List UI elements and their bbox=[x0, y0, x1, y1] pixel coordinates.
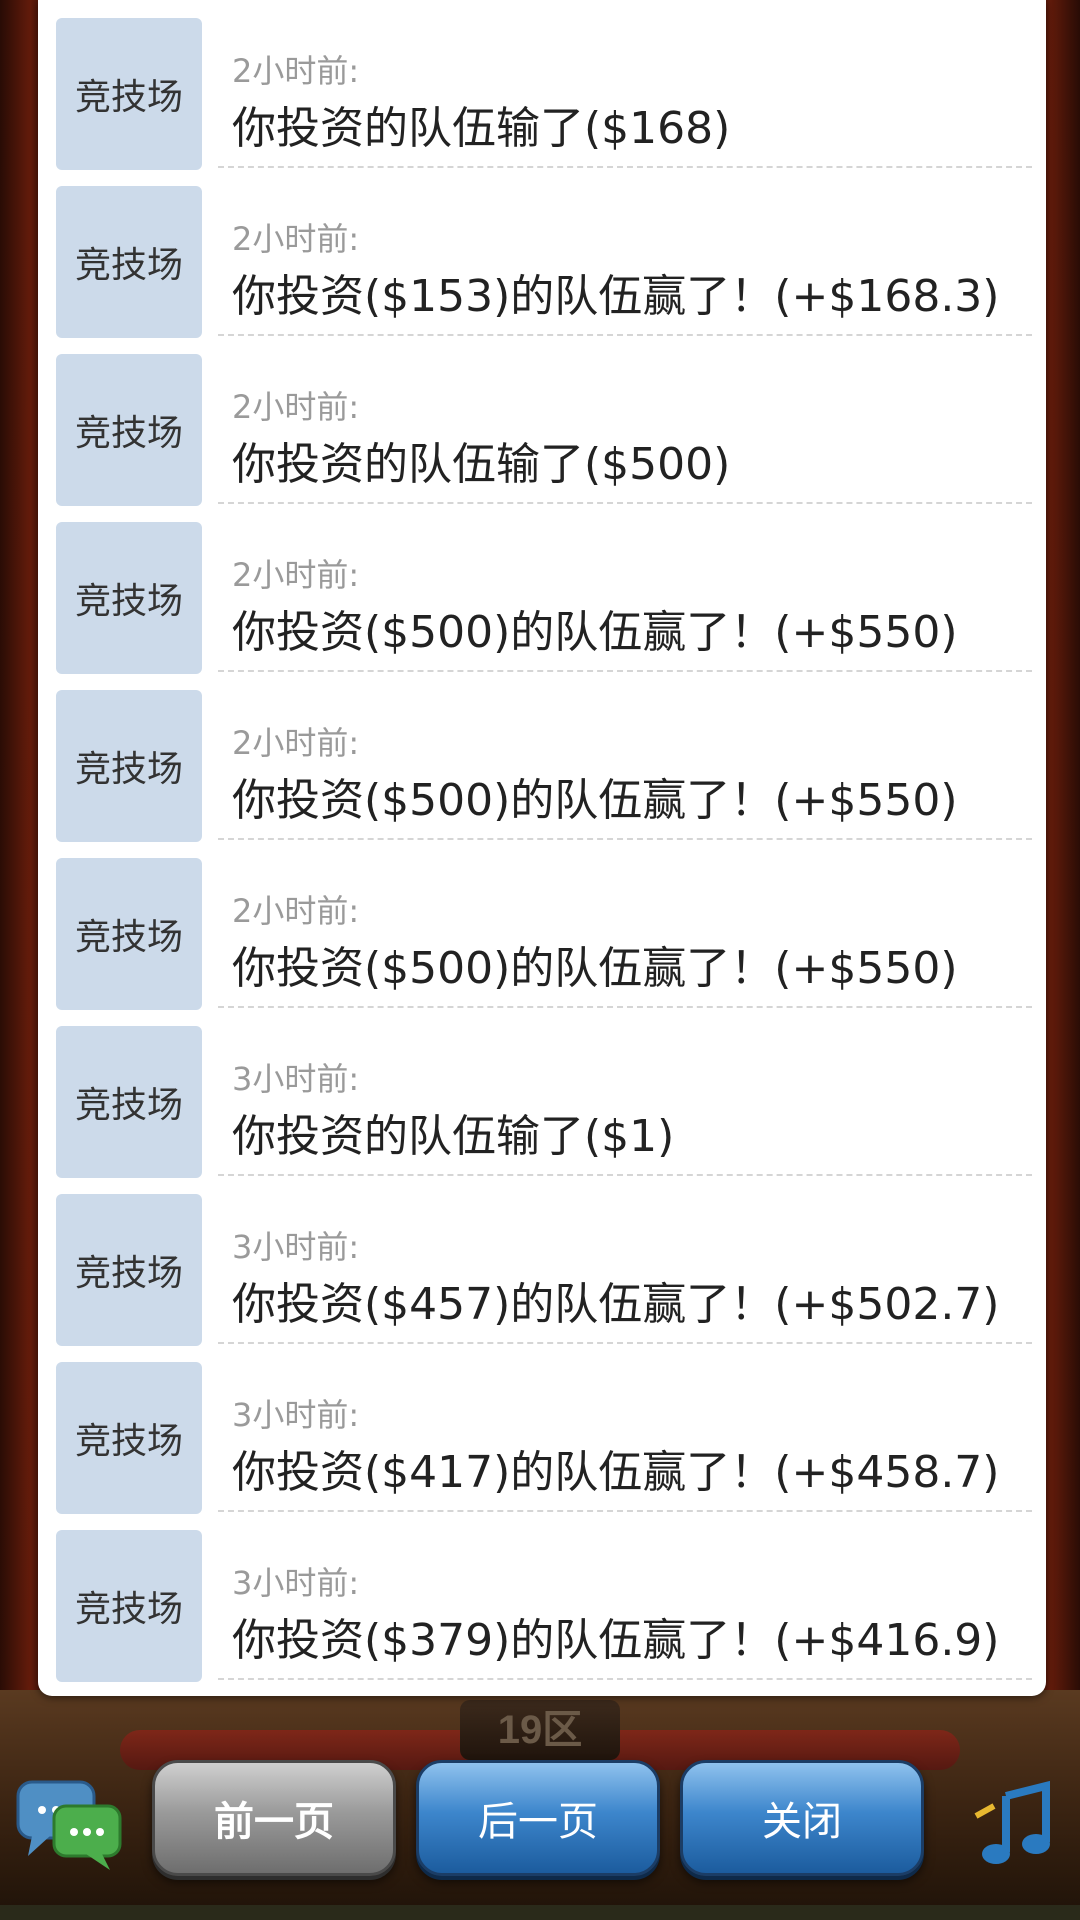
list-item-body: 2小时前: 你投资($153)的队伍赢了！(+$168.3) bbox=[218, 168, 1032, 336]
record-message: 你投资($417)的队伍赢了！(+$458.7) bbox=[232, 1447, 1000, 1498]
record-message: 你投资($500)的队伍赢了！(+$550) bbox=[232, 607, 958, 658]
list-item-body: 3小时前: 你投资($417)的队伍赢了！(+$458.7) bbox=[218, 1344, 1032, 1512]
record-message: 你投资($379)的队伍赢了！(+$416.9) bbox=[232, 1615, 1000, 1666]
list-item-body: 2小时前: 你投资的队伍输了($500) bbox=[218, 336, 1032, 504]
background-floor-strip bbox=[0, 1905, 1080, 1920]
list-item: 竞技场 2小时前: 你投资($500)的队伍赢了！(+$550) bbox=[38, 672, 1046, 842]
investment-record-panel: 竞技场 2小时前: 你投资的队伍输了($168) 竞技场 2小时前: 你投资($… bbox=[38, 0, 1046, 1696]
category-tag: 竞技场 bbox=[56, 690, 202, 842]
timestamp: 2小时前: bbox=[232, 220, 360, 258]
timestamp: 2小时前: bbox=[232, 388, 360, 426]
list-item: 竞技场 2小时前: 你投资的队伍输了($168) bbox=[38, 0, 1046, 170]
timestamp: 3小时前: bbox=[232, 1396, 360, 1434]
record-message: 你投资($500)的队伍赢了！(+$550) bbox=[232, 943, 958, 994]
record-message: 你投资($500)的队伍赢了！(+$550) bbox=[232, 775, 958, 826]
list-item: 竞技场 3小时前: 你投资的队伍输了($1) bbox=[38, 1008, 1046, 1178]
list-item: 竞技场 2小时前: 你投资的队伍输了($500) bbox=[38, 336, 1046, 506]
chat-bubbles-icon[interactable] bbox=[14, 1776, 124, 1872]
category-tag: 竞技场 bbox=[56, 1026, 202, 1178]
music-note-icon[interactable] bbox=[966, 1776, 1066, 1876]
category-tag: 竞技场 bbox=[56, 354, 202, 506]
timestamp: 3小时前: bbox=[232, 1564, 360, 1602]
list-item: 竞技场 3小时前: 你投资($457)的队伍赢了！(+$502.7) bbox=[38, 1176, 1046, 1346]
timestamp: 2小时前: bbox=[232, 556, 360, 594]
timestamp: 3小时前: bbox=[232, 1060, 360, 1098]
category-tag: 竞技场 bbox=[56, 18, 202, 170]
record-list[interactable]: 竞技场 2小时前: 你投资的队伍输了($168) 竞技场 2小时前: 你投资($… bbox=[38, 0, 1046, 1682]
record-message: 你投资($153)的队伍赢了！(+$168.3) bbox=[232, 271, 1000, 322]
list-item: 竞技场 2小时前: 你投资($500)的队伍赢了！(+$550) bbox=[38, 504, 1046, 674]
category-tag: 竞技场 bbox=[56, 186, 202, 338]
category-tag: 竞技场 bbox=[56, 522, 202, 674]
list-item-body: 2小时前: 你投资($500)的队伍赢了！(+$550) bbox=[218, 672, 1032, 840]
record-message: 你投资的队伍输了($1) bbox=[232, 1111, 675, 1162]
category-tag: 竞技场 bbox=[56, 1362, 202, 1514]
record-message: 你投资的队伍输了($168) bbox=[232, 103, 731, 154]
close-button[interactable]: 关闭 bbox=[680, 1760, 924, 1876]
list-item-body: 3小时前: 你投资($457)的队伍赢了！(+$502.7) bbox=[218, 1176, 1032, 1344]
timestamp: 2小时前: bbox=[232, 724, 360, 762]
timestamp: 2小时前: bbox=[232, 52, 360, 90]
record-message: 你投资($457)的队伍赢了！(+$502.7) bbox=[232, 1279, 1000, 1330]
timestamp: 3小时前: bbox=[232, 1228, 360, 1266]
list-item: 竞技场 3小时前: 你投资($417)的队伍赢了！(+$458.7) bbox=[38, 1344, 1046, 1514]
category-tag: 竞技场 bbox=[56, 1194, 202, 1346]
list-item: 竞技场 2小时前: 你投资($500)的队伍赢了！(+$550) bbox=[38, 840, 1046, 1010]
list-item-body: 2小时前: 你投资($500)的队伍赢了！(+$550) bbox=[218, 504, 1032, 672]
list-item: 竞技场 3小时前: 你投资($379)的队伍赢了！(+$416.9) bbox=[38, 1512, 1046, 1682]
list-item-body: 2小时前: 你投资的队伍输了($168) bbox=[218, 0, 1032, 168]
list-item-body: 3小时前: 你投资($379)的队伍赢了！(+$416.9) bbox=[218, 1512, 1032, 1680]
timestamp: 2小时前: bbox=[232, 892, 360, 930]
list-item-body: 3小时前: 你投资的队伍输了($1) bbox=[218, 1008, 1032, 1176]
background-zone-sign: 19区 bbox=[460, 1700, 620, 1760]
previous-page-button[interactable]: 前一页 bbox=[152, 1760, 396, 1876]
list-item-body: 2小时前: 你投资($500)的队伍赢了！(+$550) bbox=[218, 840, 1032, 1008]
category-tag: 竞技场 bbox=[56, 858, 202, 1010]
category-tag: 竞技场 bbox=[56, 1530, 202, 1682]
record-message: 你投资的队伍输了($500) bbox=[232, 439, 731, 490]
list-item: 竞技场 2小时前: 你投资($153)的队伍赢了！(+$168.3) bbox=[38, 168, 1046, 338]
next-page-button[interactable]: 后一页 bbox=[416, 1760, 660, 1876]
